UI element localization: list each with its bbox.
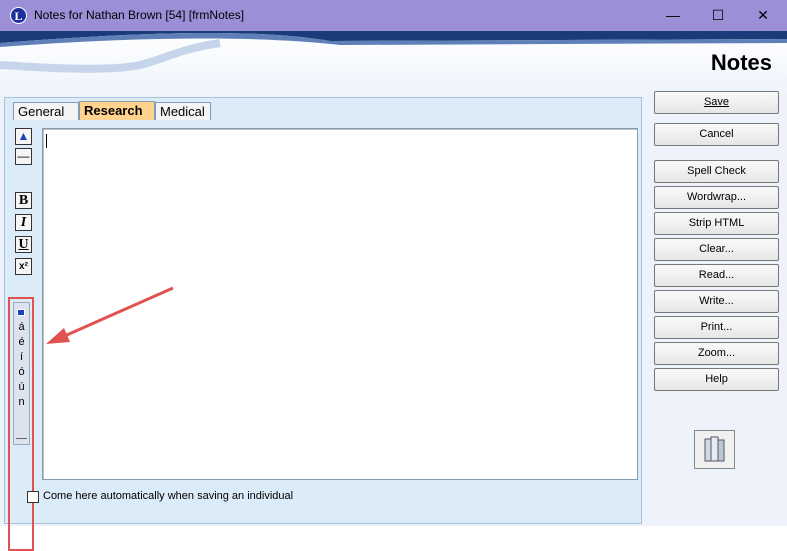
tab-research[interactable]: Research [79, 101, 155, 120]
close-icon[interactable]: ✕ [740, 0, 786, 31]
underline-button[interactable]: U [15, 236, 32, 253]
page-title: Notes [710, 50, 772, 75]
maximize-icon[interactable]: ☐ [695, 0, 741, 31]
triangle-up-icon[interactable]: ▲ [15, 128, 32, 145]
superscript-button[interactable]: x² [15, 258, 32, 275]
app-logo-icon: L [10, 7, 27, 24]
write-button[interactable]: Write... [654, 290, 779, 313]
italic-button[interactable]: I [15, 214, 32, 231]
minimize-icon[interactable]: — [650, 0, 696, 31]
tab-medical[interactable]: Medical [155, 102, 211, 120]
accent-character-toolbar: á é í ó ú n [13, 302, 30, 445]
save-button-label: Save [703, 96, 730, 108]
minus-icon[interactable]: — [15, 148, 32, 165]
zoom-button[interactable]: Zoom... [654, 342, 779, 365]
accent-char-u[interactable]: ú [14, 381, 29, 393]
help-button[interactable]: Help [654, 368, 779, 391]
accent-toolbar-handle-icon[interactable] [17, 309, 25, 316]
accent-char-a[interactable]: á [14, 321, 29, 333]
clear-button[interactable]: Clear... [654, 238, 779, 261]
tab-general[interactable]: General [13, 102, 79, 120]
books-button[interactable] [694, 430, 735, 469]
auto-come-here-checkbox[interactable] [27, 491, 39, 503]
read-button[interactable]: Read... [654, 264, 779, 287]
spell-check-button[interactable]: Spell Check [654, 160, 779, 183]
books-icon [704, 436, 725, 462]
accent-char-o[interactable]: ó [14, 366, 29, 378]
bold-button[interactable]: B [15, 192, 32, 209]
title-bar: L Notes for Nathan Brown [54] [frmNotes]… [0, 0, 787, 31]
text-caret [46, 134, 47, 148]
banner-swoosh [0, 31, 787, 73]
window-title: Notes for Nathan Brown [54] [frmNotes] [34, 8, 245, 22]
wordwrap-button[interactable]: Wordwrap... [654, 186, 779, 209]
accent-char-e[interactable]: é [14, 336, 29, 348]
annotation-arrow [46, 286, 174, 344]
print-button[interactable]: Print... [654, 316, 779, 339]
accent-char-n[interactable]: n [14, 396, 29, 408]
strip-html-button[interactable]: Strip HTML [654, 212, 779, 235]
accent-toolbar-divider [16, 438, 27, 439]
save-button[interactable]: Save [654, 91, 779, 114]
cancel-button[interactable]: Cancel [654, 123, 779, 146]
accent-char-i[interactable]: í [14, 351, 29, 363]
auto-come-here-label: Come here automatically when saving an i… [43, 490, 294, 502]
header-banner: Notes [0, 31, 787, 97]
